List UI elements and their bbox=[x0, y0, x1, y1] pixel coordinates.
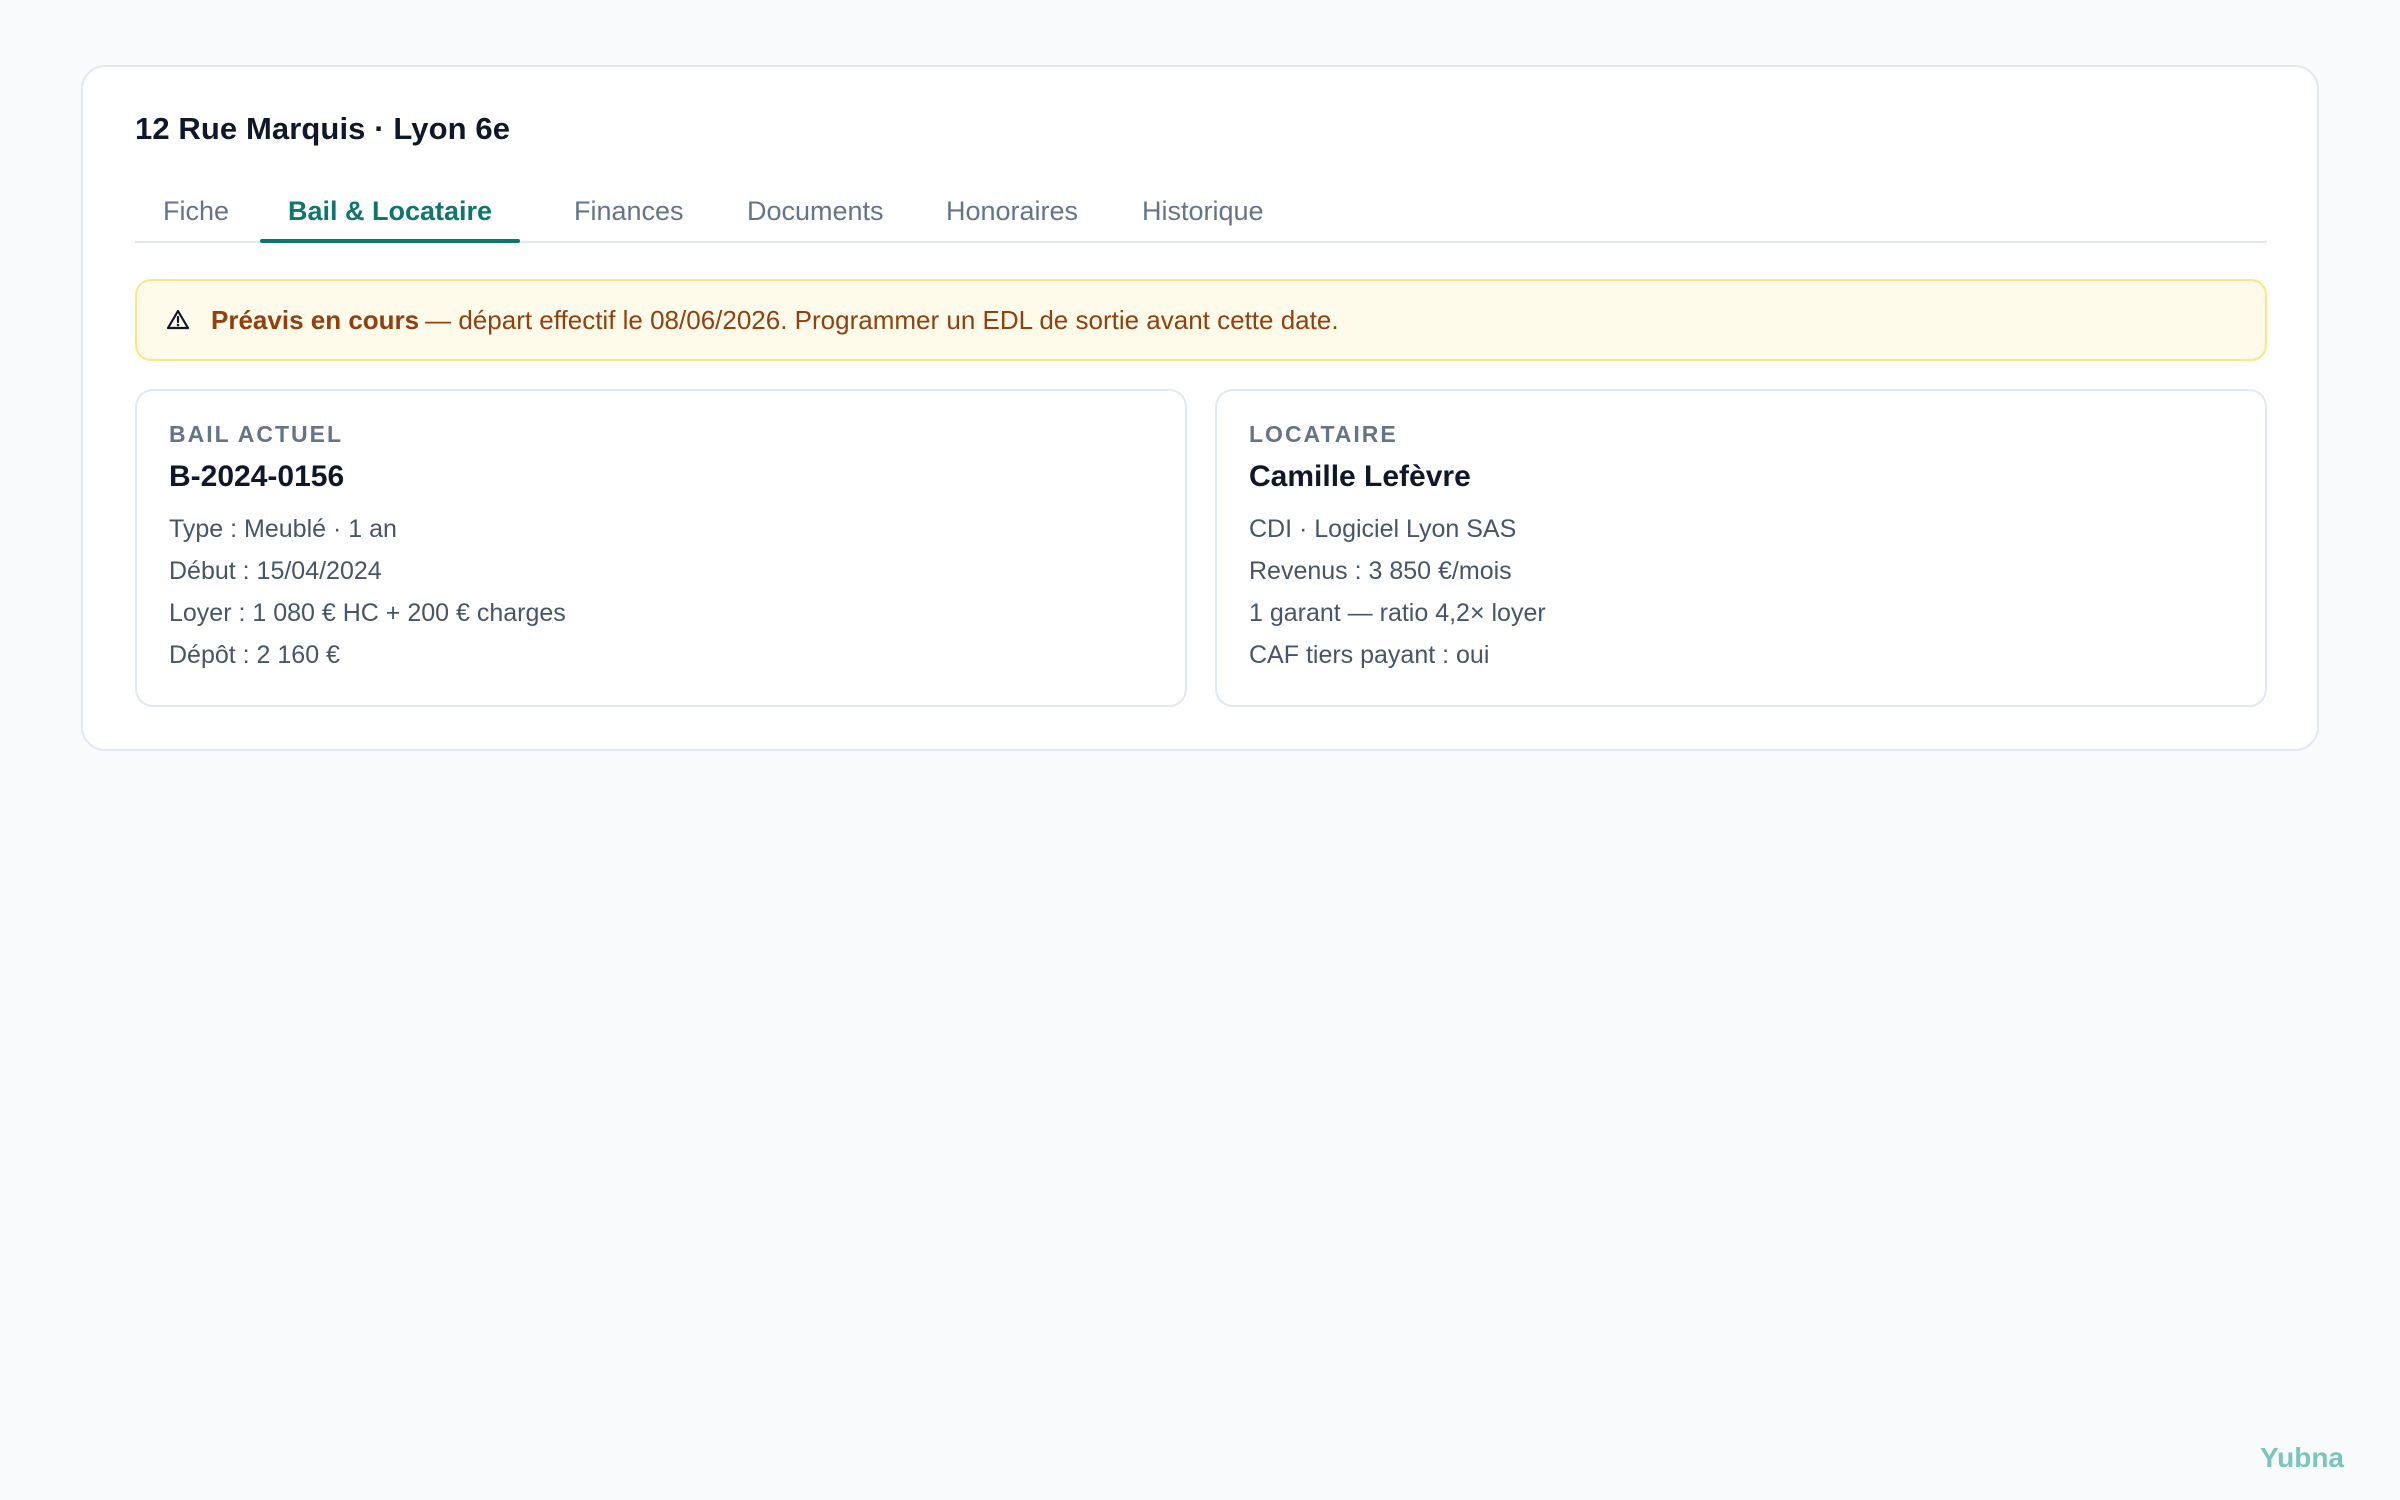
tab-historique[interactable]: Historique bbox=[1114, 185, 1292, 243]
bail-deposit: Dépôt : 2 160 € bbox=[169, 641, 340, 669]
tenant-panel: LOCATAIRE Camille Lefèvre CDI · Logiciel… bbox=[1215, 389, 2267, 707]
tenant-caf: CAF tiers payant : oui bbox=[1249, 641, 1490, 669]
tenant-employment: CDI · Logiciel Lyon SAS bbox=[1249, 515, 1517, 543]
property-card: 12 Rue Marquis · Lyon 6e Fiche Bail & Lo… bbox=[81, 65, 2319, 751]
bail-type: Type : Meublé · 1 an bbox=[169, 515, 397, 543]
tenant-name: Camille Lefèvre bbox=[1249, 460, 1471, 493]
brand-logo-text: Yubna bbox=[2259, 1442, 2344, 1473]
bail-reference: B-2024-0156 bbox=[169, 460, 345, 493]
tab-finances[interactable]: Finances bbox=[546, 185, 712, 243]
notice-alert: Préavis en cours — départ effectif le 08… bbox=[135, 279, 2267, 361]
tab-bail-locataire[interactable]: Bail & Locataire bbox=[260, 185, 521, 243]
tenant-guarantor: 1 garant — ratio 4,2× loyer bbox=[1249, 599, 1546, 627]
tab-fiche[interactable]: Fiche bbox=[135, 185, 257, 243]
tenant-income: Revenus : 3 850 €/mois bbox=[1249, 557, 1512, 585]
alert-text: — départ effectif le 08/06/2026. Program… bbox=[425, 304, 1339, 335]
tab-documents[interactable]: Documents bbox=[719, 185, 912, 243]
bail-label: BAIL ACTUEL bbox=[169, 421, 344, 447]
page-title: 12 Rue Marquis · Lyon 6e bbox=[135, 111, 511, 146]
tab-honoraires[interactable]: Honoraires bbox=[918, 185, 1106, 243]
alert-strong-text: Préavis en cours bbox=[211, 304, 420, 335]
warning-triangle-icon bbox=[165, 307, 191, 333]
bail-rent: Loyer : 1 080 € HC + 200 € charges bbox=[169, 599, 566, 627]
bail-start: Début : 15/04/2024 bbox=[169, 557, 382, 585]
tenant-label: LOCATAIRE bbox=[1249, 421, 1398, 447]
bail-panel: BAIL ACTUEL B-2024-0156 Type : Meublé · … bbox=[135, 389, 1187, 707]
